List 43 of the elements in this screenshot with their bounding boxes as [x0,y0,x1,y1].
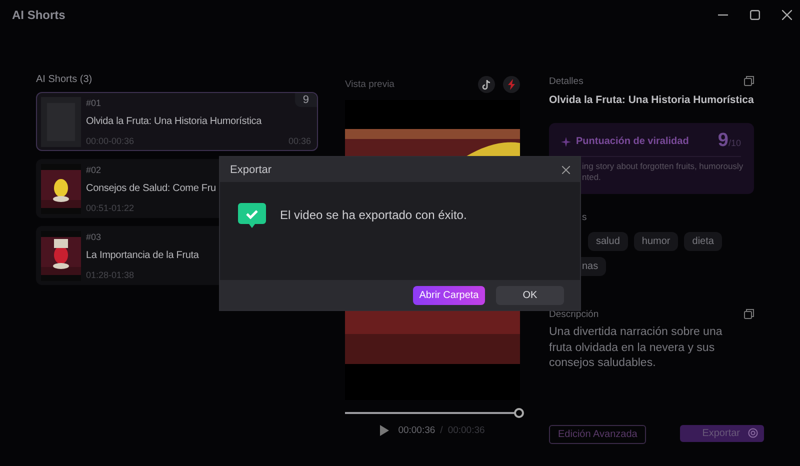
tag: salud [588,232,628,251]
time-separator: / [440,425,443,436]
sparkle-icon [561,136,572,146]
maximize-icon[interactable] [750,10,760,20]
check-icon [238,203,266,228]
virality-score: 9 [718,130,728,152]
short-title: Olvida la Fruta: Una Historia Humorística [86,116,262,127]
time-range: 00:51-01:22 [86,202,134,212]
current-time: 00:00:36 [398,425,436,436]
close-icon[interactable] [782,10,792,20]
open-folder-button[interactable]: Abrir Carpeta [413,286,485,304]
play-icon[interactable] [380,425,390,436]
details-label: Detalles [549,76,584,86]
total-time: 00:00:36 [448,425,485,436]
virality-text: nted. [582,172,602,184]
dialog-title: Exportar [230,164,272,176]
tag: nas [580,257,606,276]
short-title: Consejos de Salud: Come Fru [86,183,216,194]
music-note-icon[interactable] [478,76,495,92]
score-scale: /10 [728,138,741,148]
description-text: Una divertida narración sobre una fruta olvidada en la nevera y sus consejos saludables. [549,325,724,372]
preview-label: Vista previa [345,78,394,90]
target-icon [748,428,758,438]
tags-label: s [581,212,588,223]
copy-icon[interactable] [744,309,754,319]
close-icon[interactable] [562,166,570,174]
short-number: #02 [86,164,102,174]
score-badge: 9 [294,93,317,107]
list-heading: AI Shorts (3) [36,74,94,86]
time-range: 01:28-01:38 [86,270,134,280]
short-title: La Importancia de la Fruta [86,250,199,261]
bolt-icon[interactable] [503,76,520,92]
description-label: Descripción [549,308,599,320]
window-title: AI Shorts [12,8,66,22]
short-number: #01 [86,98,102,108]
copy-icon[interactable] [744,76,754,86]
tag: humor [634,232,678,251]
ok-button[interactable]: OK [496,286,564,304]
virality-label: Puntuación de viralidad [576,136,689,146]
details-title: Olvida la Fruta: Una Historia Humorística [549,94,754,106]
short-number: #03 [86,232,102,242]
tag: dieta [684,232,722,251]
virality-text: ing story about forgotten fruits, humorously [582,161,741,172]
